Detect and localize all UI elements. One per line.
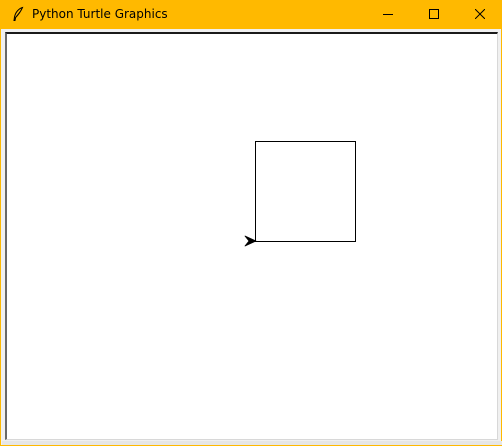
turtle-canvas-frame — [5, 32, 498, 440]
minimize-button[interactable] — [365, 0, 411, 29]
turtle-cursor — [244, 235, 257, 247]
turtle-canvas[interactable] — [7, 34, 497, 439]
bottom-edge — [2, 441, 502, 445]
minimize-icon — [383, 14, 393, 15]
title-bar[interactable]: Python Turtle Graphics — [1, 0, 502, 29]
maximize-icon — [429, 9, 439, 19]
drawn-square — [255, 141, 356, 242]
turtle-window: Python Turtle Graphics — [0, 0, 502, 446]
close-button[interactable] — [457, 0, 502, 29]
feather-icon — [10, 6, 26, 22]
maximize-button[interactable] — [411, 0, 457, 29]
close-icon — [475, 9, 485, 19]
window-title: Python Turtle Graphics — [32, 7, 168, 21]
